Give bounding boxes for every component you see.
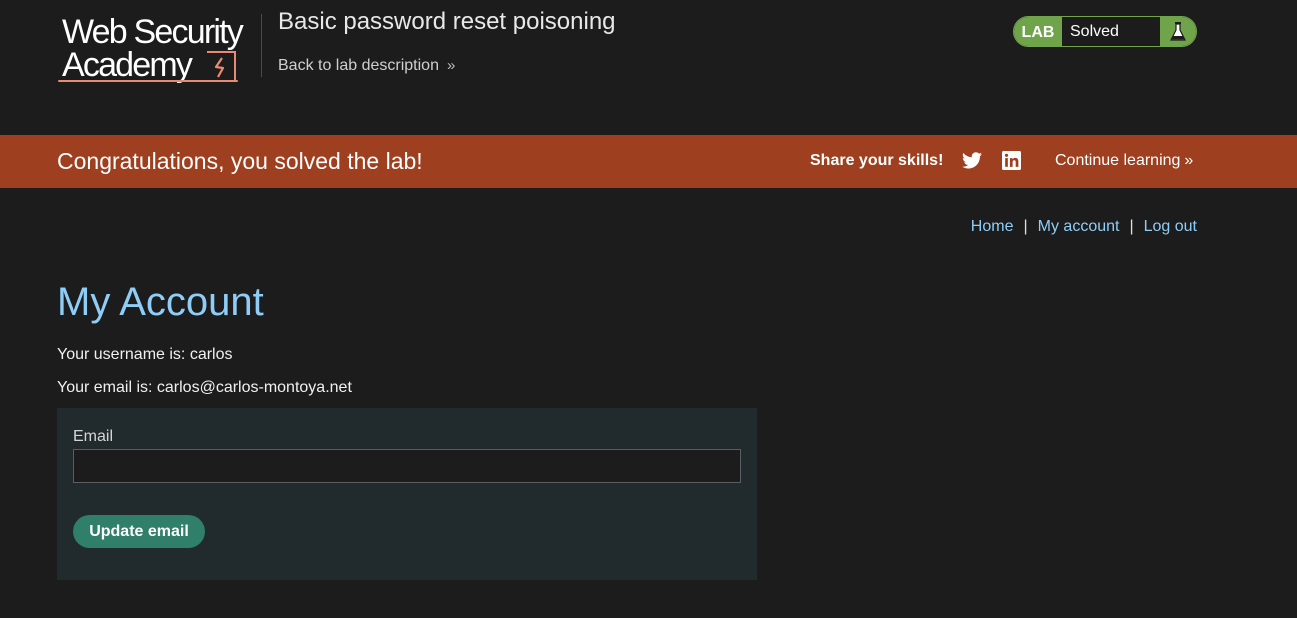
lab-solved-banner: Congratulations, you solved the lab! Sha… (0, 135, 1297, 188)
flask-icon (1160, 17, 1196, 46)
change-email-form: Email Update email (57, 408, 757, 580)
double-chevron-right-icon: » (1184, 152, 1194, 169)
continue-learning-label: Continue learning (1055, 152, 1181, 169)
nav-my-account-link[interactable]: My account (1038, 218, 1120, 235)
lab-title: Basic password reset poisoning (278, 8, 616, 35)
lab-status-label: LAB (1014, 17, 1062, 46)
username-info: Your username is: carlos (57, 346, 233, 363)
lab-header: Web Security Academy Basic password rese… (0, 0, 1297, 135)
nav-separator: | (1129, 218, 1134, 235)
lab-status-badge: LAB Solved (1013, 16, 1197, 47)
share-skills-label: Share your skills! (810, 152, 944, 169)
continue-learning-link[interactable]: Continue learning» (1055, 152, 1193, 170)
nav-log-out-link[interactable]: Log out (1144, 218, 1197, 235)
back-link-label: Back to lab description (278, 57, 439, 74)
email-info: Your email is: carlos@carlos-montoya.net (57, 379, 352, 396)
lightning-icon (207, 51, 236, 82)
logo-text-line2: Academy (62, 46, 193, 84)
lab-status-value: Solved (1062, 17, 1160, 46)
nav-separator: | (1023, 218, 1028, 235)
email-field-label: Email (73, 428, 114, 445)
back-to-lab-description-link[interactable]: Back to lab description » (278, 57, 455, 75)
header-divider (261, 14, 262, 77)
logo-underline (58, 80, 238, 82)
twitter-icon[interactable] (962, 152, 982, 169)
congratulations-message: Congratulations, you solved the lab! (57, 148, 423, 174)
nav-home-link[interactable]: Home (971, 218, 1014, 235)
update-email-button[interactable]: Update email (73, 515, 205, 548)
double-chevron-right-icon: » (446, 57, 456, 74)
web-security-academy-logo[interactable]: Web Security Academy (58, 12, 260, 86)
linkedin-icon[interactable] (1002, 151, 1021, 170)
email-field[interactable] (73, 449, 741, 483)
logo-text-line1: Web Security (62, 13, 244, 51)
page-title: My Account (57, 280, 264, 324)
account-nav: Home | My account | Log out (971, 218, 1197, 236)
